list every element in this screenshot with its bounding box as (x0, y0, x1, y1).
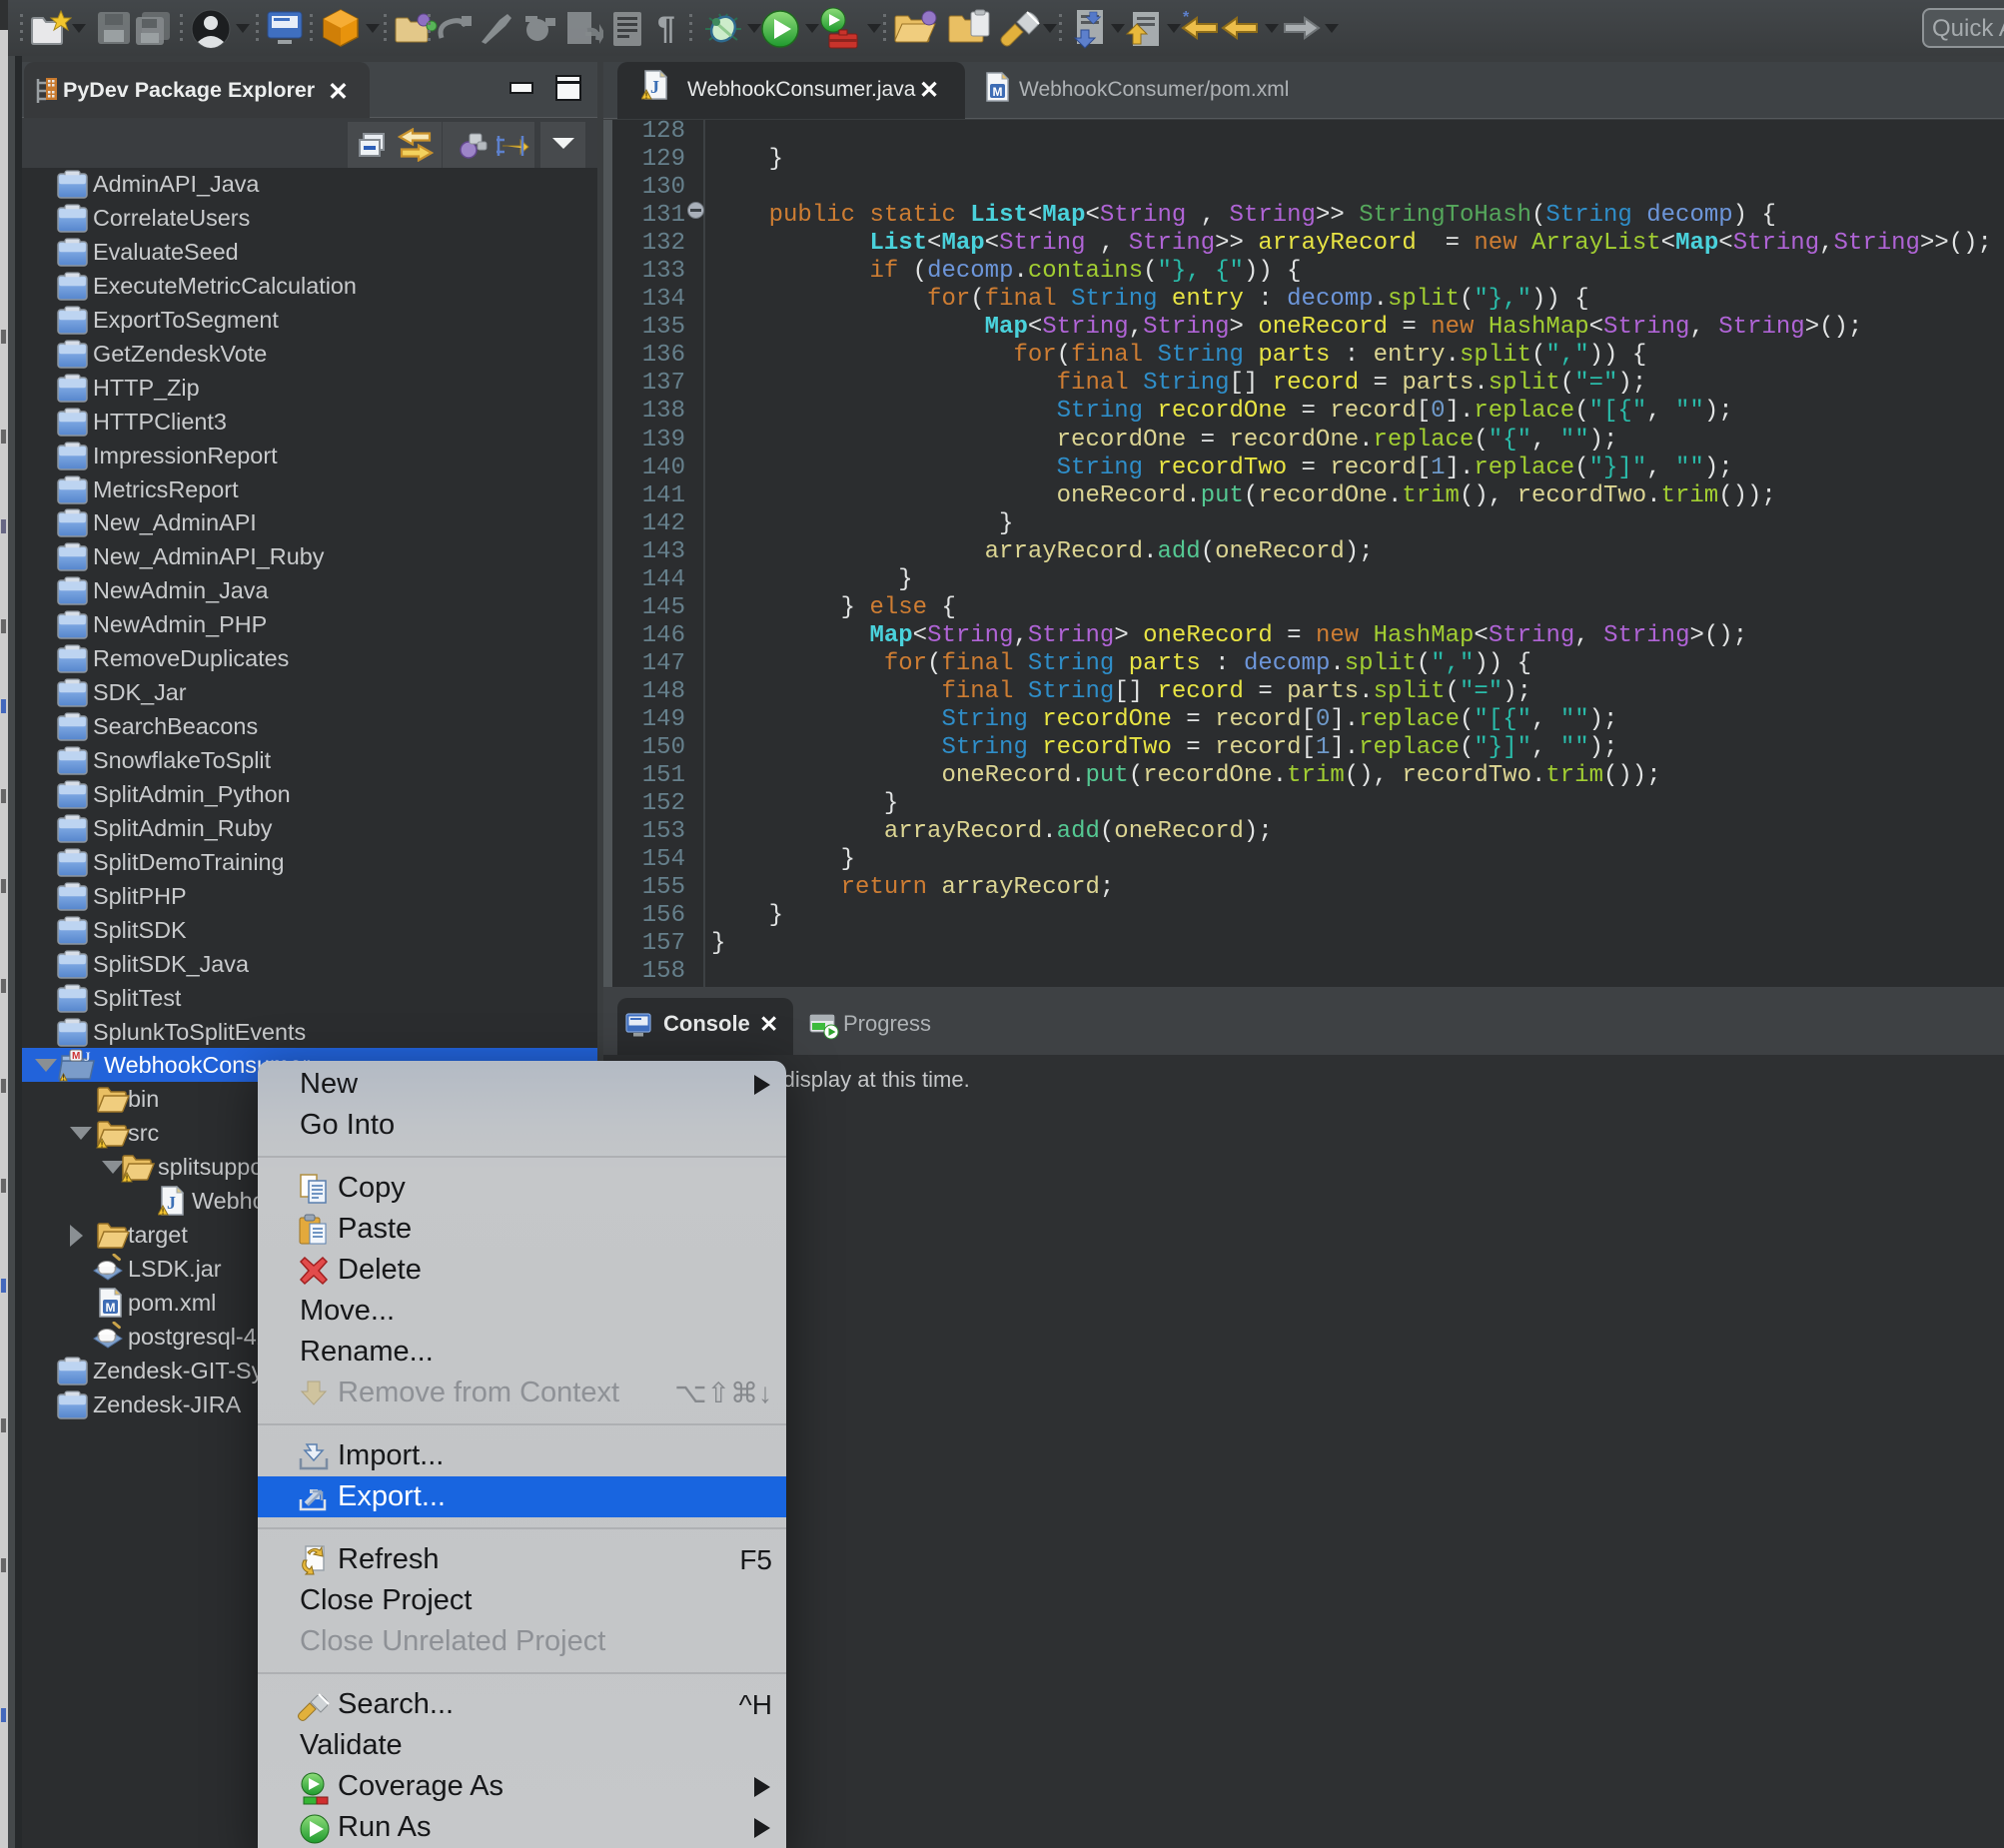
svg-text:M: M (72, 1051, 80, 1062)
svg-text:*: * (1183, 10, 1190, 26)
svg-text:J: J (84, 1049, 91, 1064)
svg-text:M: M (993, 85, 1003, 99)
svg-text:J: J (650, 77, 659, 97)
svg-text:!: ! (645, 90, 648, 100)
svg-text:!: ! (101, 1140, 104, 1150)
svg-text:J: J (167, 1193, 176, 1213)
svg-text:!: ! (162, 1207, 165, 1217)
svg-text:!: ! (126, 1174, 129, 1184)
svg-text:M: M (106, 1301, 116, 1315)
